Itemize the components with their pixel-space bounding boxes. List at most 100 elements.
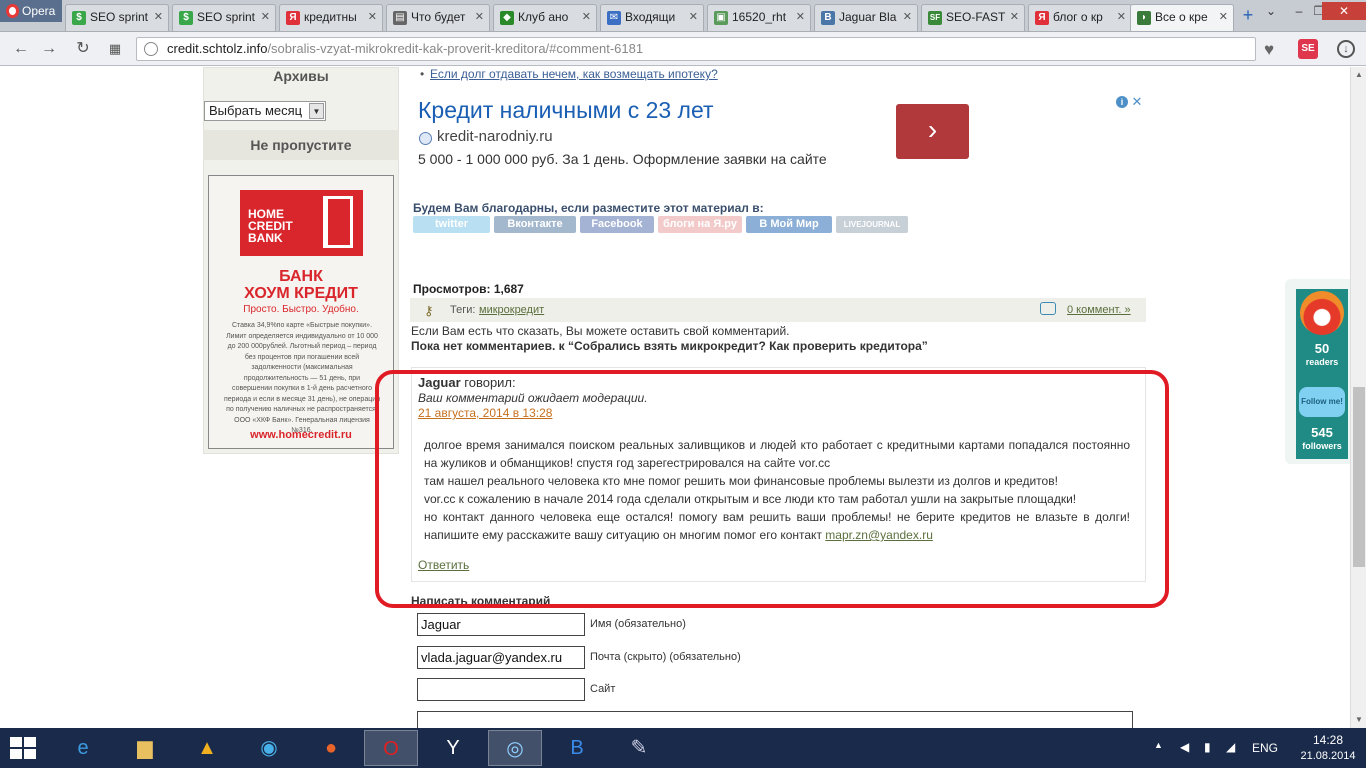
tab-chto-budet[interactable]: ▤ Что будет ✕ xyxy=(386,4,490,31)
share-vkontakte-button[interactable]: Вконтакте xyxy=(494,216,576,233)
scroll-down-icon[interactable]: ▼ xyxy=(1351,712,1366,728)
write-comment-title: Написать комментарий xyxy=(411,594,551,608)
tab-close-icon[interactable]: ✕ xyxy=(689,5,698,30)
tab-close-icon[interactable]: ✕ xyxy=(582,5,591,30)
ad-domain[interactable]: kredit-narodniy.ru xyxy=(437,128,553,145)
share-moimir-button[interactable]: В Мой Мир xyxy=(746,216,832,233)
comment-date-link[interactable]: 21 августа, 2014 в 13:28 xyxy=(418,406,552,420)
tab-favicon-icon: Я xyxy=(286,11,300,25)
app-triangle-icon[interactable]: ▲ xyxy=(180,730,234,766)
share-twitter-button[interactable]: twitter xyxy=(413,216,490,233)
tab-close-icon[interactable]: ✕ xyxy=(903,5,912,30)
moderation-notice: Ваш комментарий ожидает модерации. xyxy=(418,391,648,405)
back-arrow-icon[interactable]: ← xyxy=(10,39,32,59)
tab-seo-sprint-1[interactable]: $ SEO sprint ✕ xyxy=(65,4,169,31)
forward-arrow-icon[interactable]: → xyxy=(38,39,60,59)
site-field[interactable] xyxy=(417,678,585,701)
ad-close-icon[interactable]: ✕ xyxy=(1130,95,1144,109)
url-domain: credit.schtolz.info xyxy=(167,41,268,56)
tab-label: SEO-FAST xyxy=(946,10,1006,24)
tab-close-icon[interactable]: ✕ xyxy=(1117,5,1126,30)
feed-widget[interactable]: 50 readers Follow me! 545 followers xyxy=(1285,279,1350,464)
app-b-icon[interactable]: В xyxy=(550,730,604,766)
tab-close-icon[interactable]: ✕ xyxy=(1010,5,1019,30)
twitter-follow-icon[interactable]: Follow me! xyxy=(1299,387,1345,417)
tray-expand-icon[interactable]: ▲ xyxy=(1154,740,1163,750)
site-info-globe-icon[interactable] xyxy=(144,42,158,56)
clock-date[interactable]: 21.08.2014 xyxy=(1290,750,1366,762)
battery-icon[interactable]: ▮ xyxy=(1204,740,1211,754)
media-player-icon[interactable]: ◎ xyxy=(488,730,542,766)
followers-label: followers xyxy=(1302,441,1342,451)
page-scrollbar[interactable]: ▲ ▼ xyxy=(1350,67,1366,728)
paint-palette-icon[interactable]: ✎ xyxy=(612,730,666,766)
followers-count: 545 xyxy=(1311,425,1333,440)
tab-seo-sprint-2[interactable]: $ SEO sprint ✕ xyxy=(172,4,276,31)
share-livejournal-button[interactable]: LIVEJOURNAL xyxy=(836,216,908,233)
new-tab-plus-icon[interactable]: + xyxy=(1238,6,1258,26)
month-select[interactable]: Выбрать месяц ▼ xyxy=(204,101,326,121)
ad-title-link[interactable]: Кредит наличными с 23 лет xyxy=(418,97,714,124)
tab-label: Все о кре xyxy=(1155,10,1208,24)
homecredit-banner[interactable]: HOME CREDIT BANK БАНК ХОУМ КРЕДИТ Просто… xyxy=(208,175,394,449)
share-yaru-button[interactable]: блоги на Я.ру xyxy=(658,216,742,233)
tab-close-icon[interactable]: ✕ xyxy=(368,5,377,30)
tag-link[interactable]: микрокредит xyxy=(479,304,544,316)
file-explorer-icon[interactable]: ▆ xyxy=(118,730,172,766)
tab-inbox[interactable]: ✉ Входящи ✕ xyxy=(600,4,704,31)
internet-explorer-icon[interactable]: e xyxy=(56,730,110,766)
tag-key-icon: ⚷ xyxy=(424,303,434,318)
se-extension-button[interactable]: SE xyxy=(1298,39,1318,59)
banner-fine-print: Ставка 34,9%по карте «Быстрые покупки». … xyxy=(223,322,381,434)
tab-close-icon[interactable]: ✕ xyxy=(1219,5,1228,30)
bookmark-heart-icon[interactable]: ♥ xyxy=(1264,40,1274,60)
tab-blog-credit[interactable]: Я блог о кр ✕ xyxy=(1028,4,1132,31)
comment-textarea[interactable] xyxy=(417,711,1133,728)
tab-favicon-icon: ▤ xyxy=(393,11,407,25)
name-field[interactable]: Jaguar xyxy=(417,613,585,636)
comments-count-link[interactable]: 0 коммент. » xyxy=(1067,304,1131,316)
chevron-down-icon[interactable]: ▼ xyxy=(309,103,324,119)
ad-globe-icon xyxy=(419,132,432,145)
address-input[interactable]: credit.schtolz.info/sobralis-vzyat-mikro… xyxy=(136,37,1256,61)
reload-icon[interactable]: ↻ xyxy=(72,39,94,59)
window-close-icon[interactable]: ✕ xyxy=(1322,2,1366,20)
views-counter: Просмотров: 1,687 xyxy=(413,282,524,296)
tab-seo-fast[interactable]: SF SEO-FAST ✕ xyxy=(921,4,1025,31)
yandex-browser-icon[interactable]: Y xyxy=(426,730,480,766)
tab-list-chevron-icon[interactable]: ⌄ xyxy=(1258,2,1284,20)
share-facebook-button[interactable]: Facebook xyxy=(580,216,654,233)
scroll-thumb[interactable] xyxy=(1353,387,1365,567)
email-field[interactable]: vlada.jaguar@yandex.ru xyxy=(417,646,585,669)
ad-go-button[interactable]: › xyxy=(896,104,969,159)
opera-menu-button[interactable]: Opera xyxy=(0,0,62,22)
tab-close-icon[interactable]: ✕ xyxy=(796,5,805,30)
app-ball-icon[interactable]: ● xyxy=(304,730,358,766)
banner-headline-2: ХОУМ КРЕДИТ xyxy=(244,285,358,302)
app-orbit-icon[interactable]: ◉ xyxy=(242,730,296,766)
tab-close-icon[interactable]: ✕ xyxy=(475,5,484,30)
windows-start-icon[interactable] xyxy=(10,737,38,761)
tab-jaguar-vk[interactable]: В Jaguar Bla ✕ xyxy=(814,4,918,31)
speed-dial-grid-icon[interactable]: ▦ xyxy=(104,39,126,59)
comment-line: долгое время занимался поиском реальных … xyxy=(424,438,1130,470)
scroll-up-icon[interactable]: ▲ xyxy=(1351,67,1366,83)
readers-label: readers xyxy=(1305,357,1339,367)
tab-yandex-credit[interactable]: Я кредитны ✕ xyxy=(279,4,383,31)
network-signal-icon[interactable]: ◢ xyxy=(1226,740,1235,754)
comment-line: там нашел реального человека кто мне пом… xyxy=(424,474,1058,488)
language-indicator[interactable]: ENG xyxy=(1252,741,1278,755)
tab-image[interactable]: ▣ 16520_rht ✕ xyxy=(707,4,811,31)
ad-info-icon[interactable]: i xyxy=(1116,96,1128,108)
volume-icon[interactable]: ◀ xyxy=(1180,740,1189,754)
tab-close-icon[interactable]: ✕ xyxy=(261,5,270,30)
clock-time[interactable]: 14:28 xyxy=(1298,733,1358,747)
reply-link[interactable]: Ответить xyxy=(418,558,469,572)
tab-klub[interactable]: ◆ Клуб ано ✕ xyxy=(493,4,597,31)
comment-email-link[interactable]: mapr.zn@yandex.ru xyxy=(825,528,933,542)
tab-close-icon[interactable]: ✕ xyxy=(154,5,163,30)
download-icon[interactable]: ↓ xyxy=(1337,40,1355,58)
opera-taskbar-icon[interactable]: O xyxy=(364,730,418,766)
tab-vse-o-kredite[interactable]: ◗ Все о кре ✕ xyxy=(1130,4,1234,31)
related-post-link[interactable]: Если долг отдавать нечем, как возмещать … xyxy=(420,67,718,81)
